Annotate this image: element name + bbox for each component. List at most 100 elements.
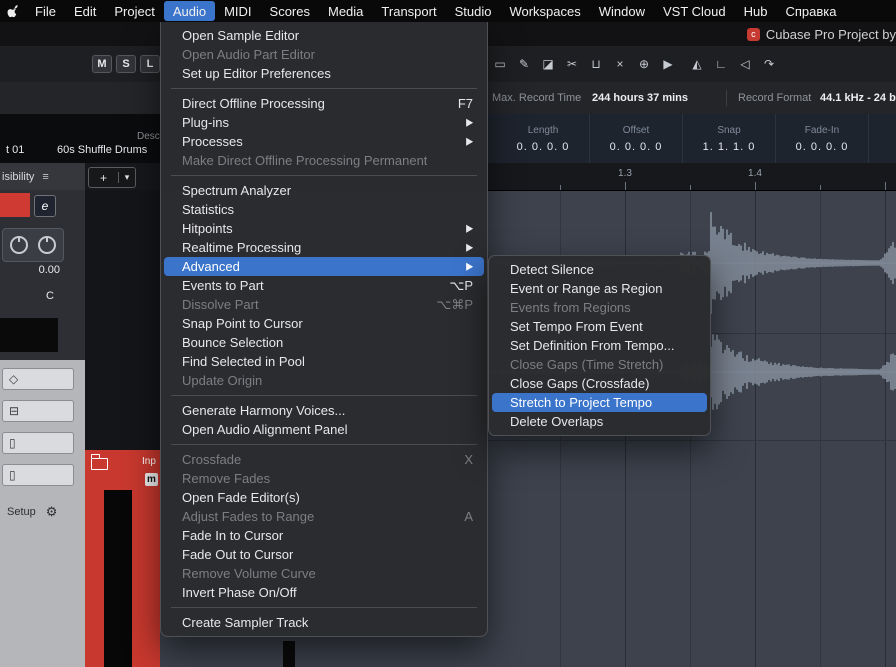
speaker-icon[interactable]: ◁ <box>734 54 756 74</box>
gain-value[interactable]: 0.00 <box>14 264 60 276</box>
menu-item[interactable]: Remove Fades ▶ <box>164 469 484 488</box>
menu-item[interactable]: Events from Regions ▶ <box>492 298 707 317</box>
menu-item[interactable]: Remove Volume Curve ▶ <box>164 564 484 583</box>
mute-tool[interactable]: × <box>609 54 631 74</box>
menu-item[interactable]: Crossfade X ▶ <box>164 450 484 469</box>
menubar-item[interactable]: Studio <box>446 1 501 21</box>
solo-button[interactable]: S <box>116 55 136 73</box>
info-field[interactable]: Offset 0. 0. 0. 0 <box>590 114 683 163</box>
menu-item[interactable]: Open Audio Alignment Panel ▶ <box>164 420 484 439</box>
erase-tool[interactable]: ◪ <box>537 54 559 74</box>
menu-item[interactable]: Event or Range as Region ▶ <box>492 279 707 298</box>
split-tool[interactable]: ✂ <box>561 54 583 74</box>
zoom-tool[interactable]: ⊕ <box>633 54 655 74</box>
monitor-button[interactable]: m <box>145 473 158 486</box>
track-name-value[interactable]: t 01 <box>6 144 24 156</box>
snap-icon[interactable]: ∟ <box>710 54 732 74</box>
add-track-button[interactable]: + ▾ <box>88 167 136 188</box>
menu-item[interactable]: Detect Silence ▶ <box>492 260 707 279</box>
visibility-header[interactable]: isibility ≡ <box>0 163 85 190</box>
menu-item[interactable]: Processes ▶ <box>164 132 484 151</box>
menu-item[interactable]: Fade Out to Cursor ▶ <box>164 545 484 564</box>
menubar-item[interactable]: Hub <box>735 1 777 21</box>
menu-item[interactable]: Stretch to Project Tempo ▶ <box>492 393 707 412</box>
menubar-item[interactable]: Workspaces <box>500 1 589 21</box>
menu-item[interactable]: Invert Phase On/Off ▶ <box>164 583 484 602</box>
menu-item[interactable]: Spectrum Analyzer ▶ <box>164 181 484 200</box>
menu-item[interactable]: Find Selected in Pool ▶ <box>164 352 484 371</box>
menubar-item[interactable]: Window <box>590 1 654 21</box>
draw-tool[interactable]: ✎ <box>513 54 535 74</box>
info-field[interactable]: Fade-In 0. 0. 0. 0 <box>776 114 869 163</box>
menu-item[interactable]: Bounce Selection ▶ <box>164 333 484 352</box>
menubar-item[interactable]: VST Cloud <box>654 1 735 21</box>
menubar-item[interactable]: Audio <box>163 1 216 21</box>
menu-item[interactable]: Snap Point to Cursor ▶ <box>164 314 484 333</box>
pan-knob[interactable] <box>38 236 56 254</box>
menu-item[interactable]: Realtime Processing ▶ <box>164 238 484 257</box>
inspector-control-2[interactable]: ⊟ <box>2 400 74 422</box>
selected-audio-track[interactable]: Inp m <box>85 450 160 667</box>
info-field[interactable]: Fade 0. <box>869 114 896 163</box>
metronome-icon[interactable]: ◭ <box>686 54 708 74</box>
menubar-item[interactable]: Transport <box>372 1 445 21</box>
menu-item[interactable]: Update Origin ▶ <box>164 371 484 390</box>
hamburger-menu-icon[interactable]: ≡ <box>42 171 48 183</box>
info-field-value[interactable]: 1. 1. 1. 0 <box>703 141 756 153</box>
listen-button[interactable]: L <box>140 55 160 73</box>
menubar-item[interactable]: Project <box>105 1 163 21</box>
edit-channel-button[interactable]: e <box>34 195 56 217</box>
menu-item[interactable]: Statistics ▶ <box>164 200 484 219</box>
chevron-down-icon[interactable]: ▾ <box>118 172 135 183</box>
menu-item[interactable]: Plug-ins ▶ <box>164 113 484 132</box>
menu-item[interactable]: Close Gaps (Time Stretch) ▶ <box>492 355 707 374</box>
inspector-control-4[interactable]: ▯ <box>2 464 74 486</box>
menubar-item[interactable]: Edit <box>65 1 105 21</box>
menu-item-label: Stretch to Project Tempo <box>510 395 653 410</box>
menu-item[interactable]: Set Definition From Tempo... ▶ <box>492 336 707 355</box>
menu-item[interactable]: Fade In to Cursor ▶ <box>164 526 484 545</box>
menu-item-label: Set up Editor Preferences <box>182 66 331 81</box>
inspector-control-1[interactable]: ◇ <box>2 368 74 390</box>
gear-icon[interactable]: ⚙ <box>46 504 58 520</box>
menu-item[interactable]: Create Sampler Track ▶ <box>164 613 484 632</box>
menu-item[interactable]: Direct Offline Processing F7 ▶ <box>164 94 484 113</box>
menubar-item[interactable]: Справка <box>777 1 846 21</box>
menubar-item[interactable]: Scores <box>261 1 319 21</box>
setup-row[interactable]: Setup ⚙ <box>0 502 85 522</box>
menu-item[interactable]: Dissolve Part ⌥⌘P ▶ <box>164 295 484 314</box>
menu-item[interactable]: Delete Overlaps ▶ <box>492 412 707 431</box>
menu-item[interactable]: Adjust Fades to Range A ▶ <box>164 507 484 526</box>
info-field-value[interactable]: 0. 0. 0. 0 <box>796 141 849 153</box>
autoscroll-icon[interactable]: ↷ <box>758 54 780 74</box>
menu-item[interactable]: Open Audio Part Editor ▶ <box>164 45 484 64</box>
inspector-control-3[interactable]: ▯ <box>2 432 74 454</box>
track-color-swatch[interactable] <box>0 193 30 217</box>
info-field-value[interactable]: 0. 0. 0. 0 <box>517 141 570 153</box>
menu-item[interactable]: Events to Part ⌥P ▶ <box>164 276 484 295</box>
menu-item[interactable]: Generate Harmony Voices... ▶ <box>164 401 484 420</box>
event-description-value[interactable]: 60s Shuffle Drums <box>57 144 147 156</box>
menu-item[interactable]: Advanced ▶ <box>164 257 484 276</box>
apple-logo-icon[interactable] <box>0 4 26 19</box>
menu-item[interactable]: Close Gaps (Crossfade) ▶ <box>492 374 707 393</box>
gain-knob[interactable] <box>10 236 28 254</box>
info-field[interactable]: Length 0. 0. 0. 0 <box>497 114 590 163</box>
menubar-item[interactable]: Media <box>319 1 372 21</box>
menu-item[interactable]: Set up Editor Preferences ▶ <box>164 64 484 83</box>
menu-item[interactable]: Open Fade Editor(s) ▶ <box>164 488 484 507</box>
glue-tool[interactable]: ⊔ <box>585 54 607 74</box>
info-field-value[interactable]: 0. 0. 0. 0 <box>610 141 663 153</box>
menu-item[interactable]: Hitpoints ▶ <box>164 219 484 238</box>
menu-item[interactable]: Set Tempo From Event ▶ <box>492 317 707 336</box>
info-field[interactable]: Snap 1. 1. 1. 0 <box>683 114 776 163</box>
mute-button[interactable]: M <box>92 55 112 73</box>
menu-item-label: Fade In to Cursor <box>182 528 284 543</box>
menu-item[interactable]: Open Sample Editor ▶ <box>164 26 484 45</box>
menubar-item[interactable]: File <box>26 1 65 21</box>
play-tool[interactable]: ▶ <box>657 54 679 74</box>
menu-item[interactable]: Make Direct Offline Processing Permanent… <box>164 151 484 170</box>
menubar-item[interactable]: MIDI <box>215 1 260 21</box>
range-selection-tool[interactable]: ▭ <box>489 54 511 74</box>
pan-value[interactable]: C <box>40 290 60 302</box>
